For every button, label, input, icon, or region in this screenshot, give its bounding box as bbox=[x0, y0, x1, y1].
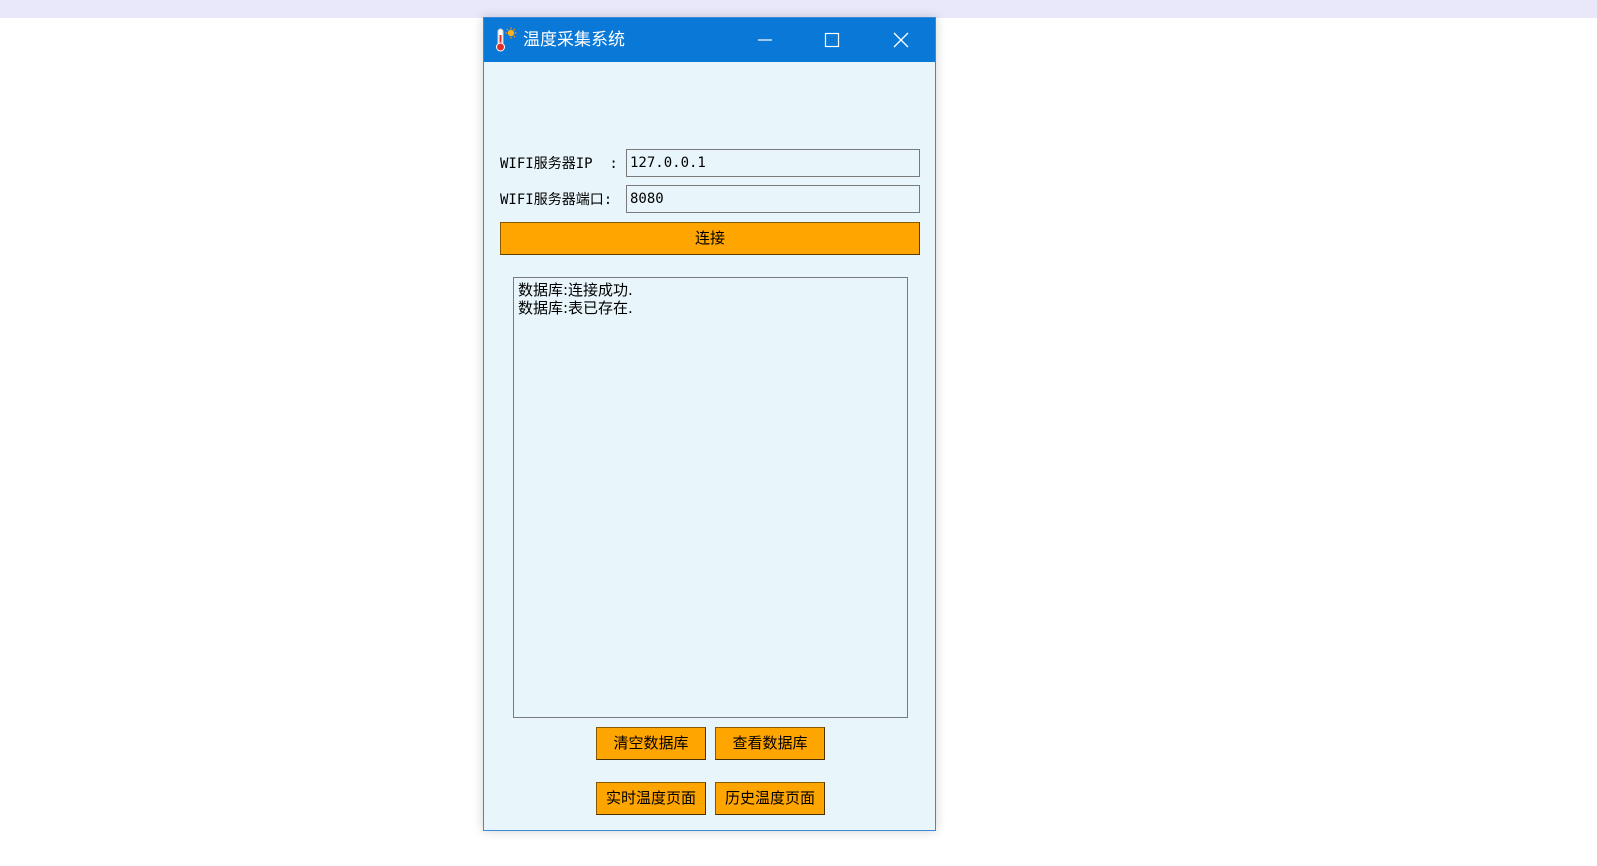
history-temperature-button[interactable]: 历史温度页面 bbox=[715, 782, 825, 815]
minimize-button[interactable] bbox=[742, 18, 788, 62]
log-textarea[interactable]: 数据库:连接成功. 数据库:表已存在. bbox=[513, 277, 908, 718]
log-line: 数据库:连接成功. bbox=[518, 281, 633, 299]
maximize-button[interactable] bbox=[809, 18, 855, 62]
clear-database-button[interactable]: 清空数据库 bbox=[596, 727, 706, 760]
log-line: 数据库:表已存在. bbox=[518, 299, 633, 317]
port-label: WIFI服务器端口: bbox=[500, 192, 613, 208]
connect-button[interactable]: 连接 bbox=[500, 222, 920, 255]
close-icon bbox=[893, 32, 909, 48]
background-strip bbox=[0, 0, 1597, 18]
title-bar[interactable]: 温度采集系统 bbox=[484, 18, 935, 62]
ip-label: WIFI服务器IP : bbox=[500, 156, 618, 172]
app-window: 温度采集系统 WIFI服务器IP : WIFI服务器端口: 连接 数据库:连接成… bbox=[483, 17, 936, 831]
maximize-icon bbox=[824, 32, 840, 48]
view-database-button[interactable]: 查看数据库 bbox=[715, 727, 825, 760]
port-input[interactable] bbox=[626, 185, 920, 213]
ip-input[interactable] bbox=[626, 149, 920, 177]
window-title: 温度采集系统 bbox=[523, 30, 625, 50]
close-button[interactable] bbox=[878, 18, 924, 62]
minimize-icon bbox=[758, 39, 772, 41]
thermometer-sun-icon bbox=[492, 27, 518, 53]
realtime-temperature-button[interactable]: 实时温度页面 bbox=[596, 782, 706, 815]
